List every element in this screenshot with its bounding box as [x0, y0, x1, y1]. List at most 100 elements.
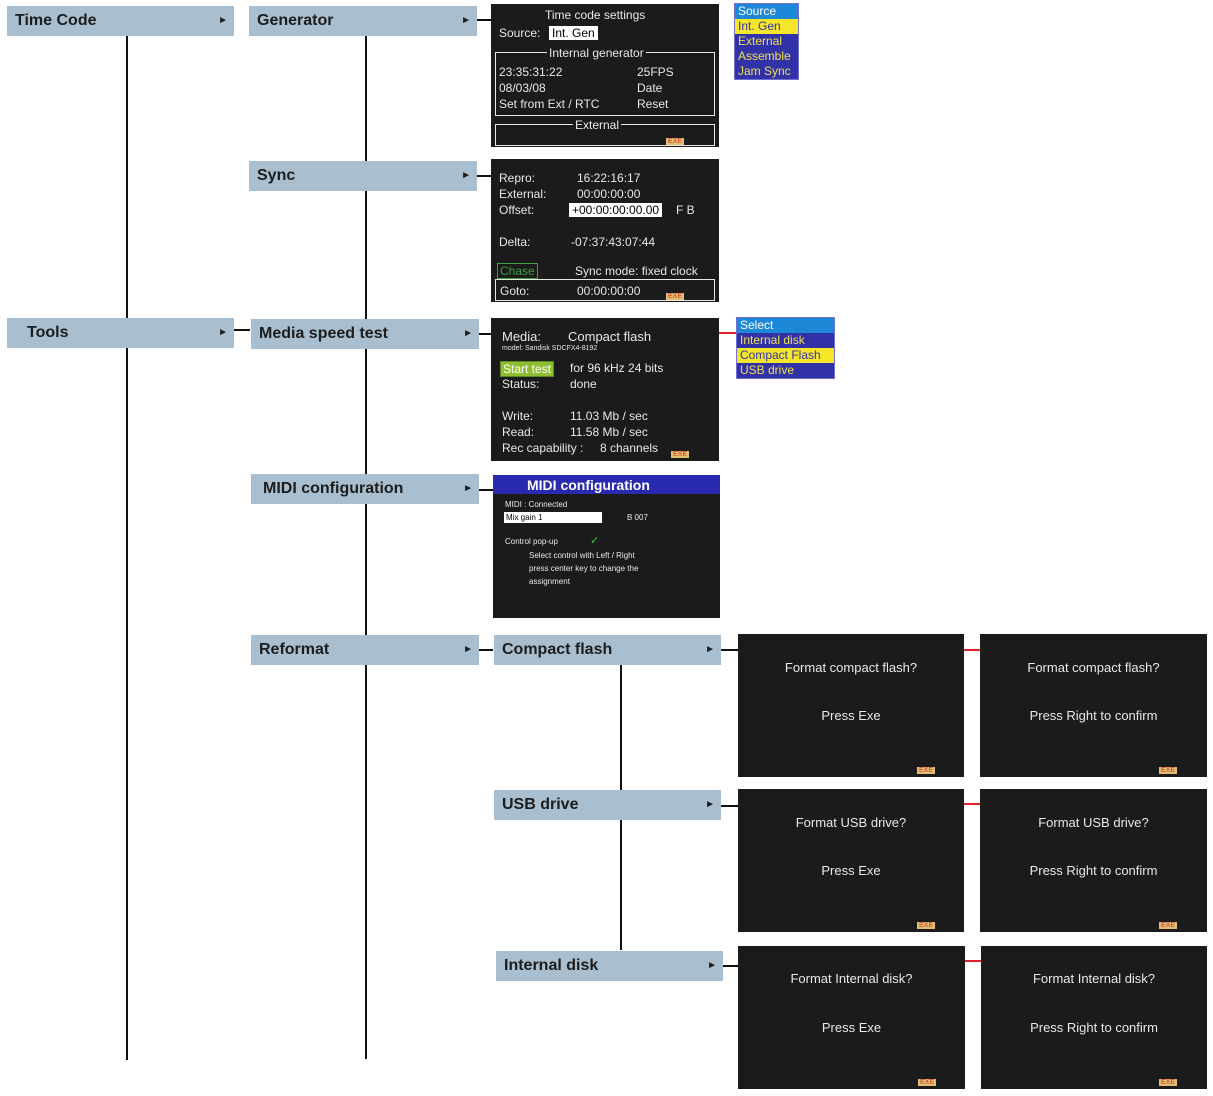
time-value[interactable]: 23:35:31:22	[499, 65, 562, 79]
chevron-right-icon: ►	[463, 483, 473, 494]
rec-value: 8 channels	[600, 441, 659, 455]
menu-label: Media speed test	[259, 325, 388, 342]
menu-internal-disk[interactable]: Internal disk ►	[496, 951, 723, 981]
popup-item[interactable]: Assemble	[735, 49, 798, 64]
source-label: Source:	[499, 26, 541, 40]
connector-reformat	[479, 649, 493, 651]
chase-button[interactable]: Chase	[497, 263, 538, 279]
connector-confirm-cf	[964, 649, 980, 651]
confirm-instruction: Press Right to confirm	[1029, 708, 1158, 723]
generator-screen: Time code settings Source: Int. Gen Inte…	[491, 4, 719, 147]
exe-badge: EXE	[918, 1079, 937, 1086]
menu-label: Tools	[27, 324, 69, 341]
confirm-question: Format compact flash?	[784, 660, 918, 675]
popup-item[interactable]: USB drive	[737, 363, 834, 378]
offset-label: Offset:	[499, 203, 535, 217]
read-label: Read:	[502, 425, 535, 439]
menu-media-speed-test[interactable]: Media speed test ►	[251, 319, 479, 349]
menu-midi-configuration[interactable]: MIDI configuration ►	[251, 474, 479, 504]
confirm-cf-exe: Format compact flash? Press Exe EXE	[738, 634, 964, 777]
popup-header: Source	[735, 4, 798, 19]
midi-connected: MIDI : Connected	[505, 500, 568, 509]
midi-hint-2: press center key to change the	[529, 564, 639, 573]
exe-badge: EXE	[917, 922, 936, 929]
popup-item[interactable]: Internal disk	[737, 333, 834, 348]
connector-confirm-internal	[965, 960, 981, 962]
offset-fb: F B	[676, 203, 695, 217]
sync-mode[interactable]: Sync mode: fixed clock	[575, 264, 698, 278]
reset-option[interactable]: Reset	[637, 97, 668, 111]
confirm-cf-right: Format compact flash? Press Right to con…	[980, 634, 1207, 777]
chevron-right-icon: ►	[461, 15, 471, 26]
set-from-option[interactable]: Set from Ext / RTC	[499, 97, 599, 111]
menu-generator[interactable]: Generator ►	[249, 6, 477, 36]
offset-field[interactable]: +00:00:00:00.00	[569, 203, 663, 217]
exe-badge: EXE	[1159, 767, 1178, 774]
start-test-button[interactable]: Start test	[500, 361, 555, 377]
confirm-internal-right: Format Internal disk? Press Right to con…	[981, 946, 1207, 1089]
external-label: External:	[499, 187, 547, 201]
popup-header: Select	[737, 318, 834, 333]
confirm-usb-exe: Format USB drive? Press Exe EXE	[738, 789, 964, 932]
menu-label: USB drive	[502, 796, 579, 813]
repro-value: 16:22:16:17	[577, 171, 641, 185]
connector-usb	[721, 805, 738, 807]
menu-label: Compact flash	[502, 641, 613, 658]
status-value: done	[570, 377, 597, 391]
date-value[interactable]: 08/03/08	[499, 81, 546, 95]
midi-field[interactable]: Mix gain 1	[504, 512, 602, 523]
chevron-right-icon: ►	[705, 644, 715, 655]
chevron-right-icon: ►	[707, 960, 717, 971]
chevron-right-icon: ►	[705, 799, 715, 810]
status-label: Status:	[502, 377, 540, 391]
menu-time-code[interactable]: Time Code ►	[7, 6, 234, 36]
fps-value[interactable]: 25FPS	[637, 65, 674, 79]
chevron-right-icon: ►	[461, 170, 471, 181]
exe-badge: EXE	[1159, 1079, 1178, 1086]
menu-label: Time Code	[15, 12, 97, 29]
confirm-question: Format USB drive?	[1038, 815, 1149, 830]
menu-reformat[interactable]: Reformat ►	[251, 635, 479, 665]
source-popup: Source Int. Gen External Assemble Jam Sy…	[734, 3, 799, 80]
exe-badge: EXE	[917, 767, 936, 774]
group-label: External	[573, 118, 622, 132]
connector-sync	[477, 175, 491, 177]
screen-title: Time code settings	[545, 8, 646, 22]
media-value: Compact flash	[568, 329, 652, 344]
confirm-question: Format compact flash?	[1027, 660, 1160, 675]
menu-label: Internal disk	[504, 957, 599, 974]
popup-item[interactable]: External	[735, 34, 798, 49]
goto-value[interactable]: 00:00:00:00	[577, 284, 640, 298]
exe-badge: EXE	[1159, 922, 1178, 929]
tree-line-col1	[126, 36, 128, 1060]
chevron-right-icon: ►	[463, 644, 473, 655]
write-label: Write:	[502, 409, 534, 423]
source-field[interactable]: Int. Gen	[549, 26, 598, 40]
popup-item[interactable]: Jam Sync	[735, 64, 798, 79]
media-speed-screen: Media: Compact flash model: Sandisk SDCF…	[491, 318, 719, 461]
goto-label: Goto:	[500, 284, 530, 298]
midi-title: MIDI configuration	[527, 477, 650, 493]
confirm-internal-exe: Format Internal disk? Press Exe EXE	[738, 946, 965, 1089]
menu-label: MIDI configuration	[263, 480, 404, 497]
repro-label: Repro:	[499, 171, 536, 185]
connector-confirm-usb	[964, 803, 980, 805]
confirm-instruction: Press Right to confirm	[1029, 863, 1158, 878]
popup-item[interactable]: Int. Gen	[735, 19, 798, 34]
midi-screen: MIDI configuration MIDI : Connected Mix …	[493, 475, 720, 618]
exe-badge: EXE	[666, 138, 685, 145]
delta-label: Delta:	[499, 235, 531, 249]
menu-compact-flash[interactable]: Compact flash ►	[494, 635, 721, 665]
confirm-instruction: Press Exe	[821, 708, 881, 723]
date-label: Date	[637, 81, 663, 95]
connector-cf	[721, 649, 738, 651]
menu-sync[interactable]: Sync ►	[249, 161, 477, 191]
menu-label: Sync	[257, 167, 296, 184]
connector-select-popup	[719, 332, 737, 334]
menu-tools[interactable]: Tools ►	[7, 318, 234, 348]
popup-item[interactable]: Compact Flash	[737, 348, 834, 363]
exe-badge: EXE	[666, 293, 685, 300]
menu-usb-drive[interactable]: USB drive ►	[494, 790, 721, 820]
check-icon: ✓	[590, 535, 600, 547]
confirm-usb-right: Format USB drive? Press Right to confirm…	[980, 789, 1207, 932]
